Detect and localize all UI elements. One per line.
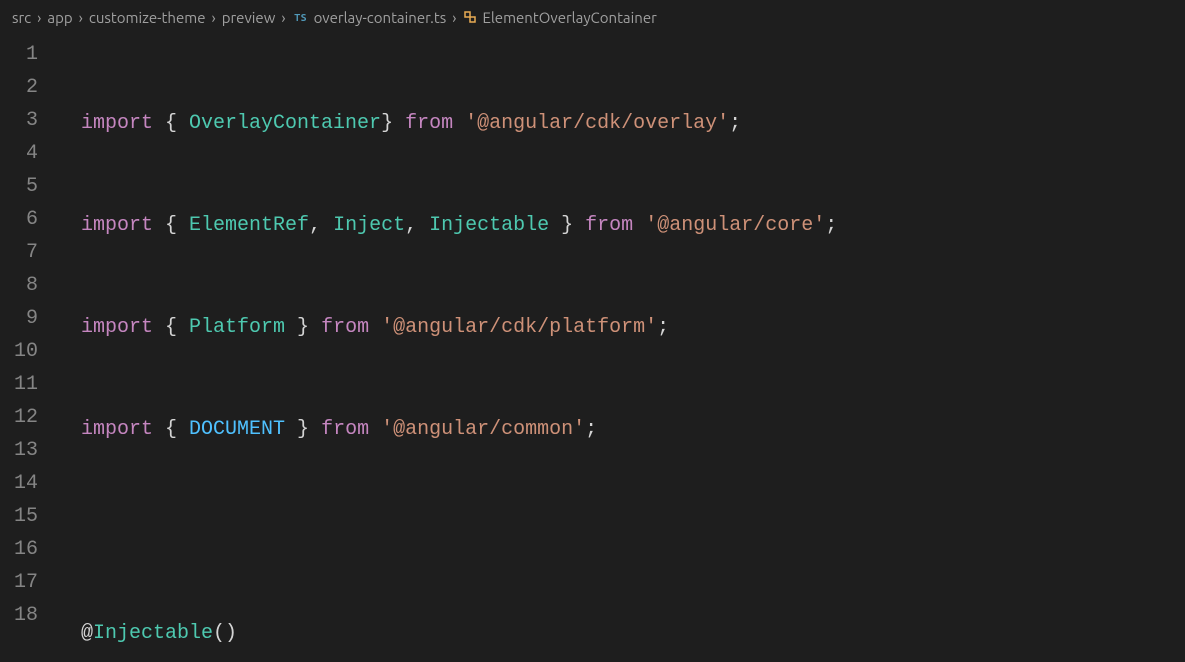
line-number: 12	[0, 401, 38, 434]
token: import	[81, 209, 153, 242]
line-number: 9	[0, 302, 38, 335]
token	[453, 107, 465, 140]
chevron-right-icon: ›	[79, 9, 83, 26]
token: from	[585, 209, 633, 242]
line-number: 11	[0, 368, 38, 401]
line-number: 4	[0, 137, 38, 170]
token: OverlayContainer	[189, 107, 381, 140]
token: Inject	[333, 209, 405, 242]
line-number: 10	[0, 335, 38, 368]
code-line[interactable]	[56, 515, 1185, 548]
token: '@angular/common'	[381, 413, 585, 446]
typescript-file-icon: TS	[292, 9, 310, 25]
token: }	[285, 311, 321, 344]
token: ;	[657, 311, 669, 344]
line-number: 18	[0, 599, 38, 632]
code-line[interactable]: import { DOCUMENT } from '@angular/commo…	[56, 413, 1185, 446]
line-number-gutter: 1 2 3 4 5 6 7 8 9 10 11 12 13 14 15 16 1…	[0, 38, 56, 662]
token: {	[153, 413, 189, 446]
token: from	[405, 107, 453, 140]
code-area[interactable]: import { OverlayContainer} from '@angula…	[56, 38, 1185, 662]
line-number: 17	[0, 566, 38, 599]
breadcrumb-file[interactable]: overlay-container.ts	[314, 9, 447, 26]
breadcrumb-item[interactable]: app	[47, 9, 72, 26]
chevron-right-icon: ›	[37, 9, 41, 26]
token: from	[321, 311, 369, 344]
token: '@angular/core'	[645, 209, 825, 242]
token: import	[81, 107, 153, 140]
token: ,	[405, 209, 429, 242]
token: Injectable	[429, 209, 549, 242]
breadcrumb[interactable]: src › app › customize-theme › preview › …	[0, 0, 1185, 32]
line-number: 16	[0, 533, 38, 566]
token: ;	[729, 107, 741, 140]
line-number: 1	[0, 38, 38, 71]
line-number: 13	[0, 434, 38, 467]
line-number: 6	[0, 203, 38, 236]
token: from	[321, 413, 369, 446]
token: import	[81, 413, 153, 446]
token	[369, 413, 381, 446]
line-number: 7	[0, 236, 38, 269]
code-line[interactable]: @Injectable()	[56, 617, 1185, 650]
token: @	[81, 617, 93, 650]
token: '@angular/cdk/platform'	[381, 311, 657, 344]
token: Injectable	[93, 617, 213, 650]
class-symbol-icon	[462, 9, 478, 25]
token: {	[153, 107, 189, 140]
token: }	[285, 413, 321, 446]
chevron-right-icon: ›	[212, 9, 216, 26]
breadcrumb-item[interactable]: src	[12, 9, 31, 26]
code-line[interactable]: import { OverlayContainer} from '@angula…	[56, 107, 1185, 140]
token: '@angular/cdk/overlay'	[465, 107, 729, 140]
token	[369, 311, 381, 344]
token: ElementRef	[189, 209, 309, 242]
line-number: 5	[0, 170, 38, 203]
line-number: 15	[0, 500, 38, 533]
code-line[interactable]: import { Platform } from '@angular/cdk/p…	[56, 311, 1185, 344]
line-number: 2	[0, 71, 38, 104]
line-number: 8	[0, 269, 38, 302]
line-number: 14	[0, 467, 38, 500]
code-line[interactable]: import { ElementRef, Inject, Injectable …	[56, 209, 1185, 242]
token: DOCUMENT	[189, 413, 285, 446]
token: {	[153, 311, 189, 344]
breadcrumb-symbol[interactable]: ElementOverlayContainer	[482, 9, 656, 26]
chevron-right-icon: ›	[281, 9, 285, 26]
line-number: 3	[0, 104, 38, 137]
token: Platform	[189, 311, 285, 344]
token: ,	[309, 209, 333, 242]
token: import	[81, 311, 153, 344]
token: ()	[213, 617, 237, 650]
breadcrumb-item[interactable]: preview	[222, 9, 276, 26]
token	[633, 209, 645, 242]
breadcrumb-item[interactable]: customize-theme	[89, 9, 206, 26]
code-editor[interactable]: 1 2 3 4 5 6 7 8 9 10 11 12 13 14 15 16 1…	[0, 32, 1185, 662]
token: }	[381, 107, 405, 140]
token: ;	[585, 413, 597, 446]
token: }	[549, 209, 585, 242]
chevron-right-icon: ›	[452, 9, 456, 26]
token: ;	[825, 209, 837, 242]
token: {	[153, 209, 189, 242]
